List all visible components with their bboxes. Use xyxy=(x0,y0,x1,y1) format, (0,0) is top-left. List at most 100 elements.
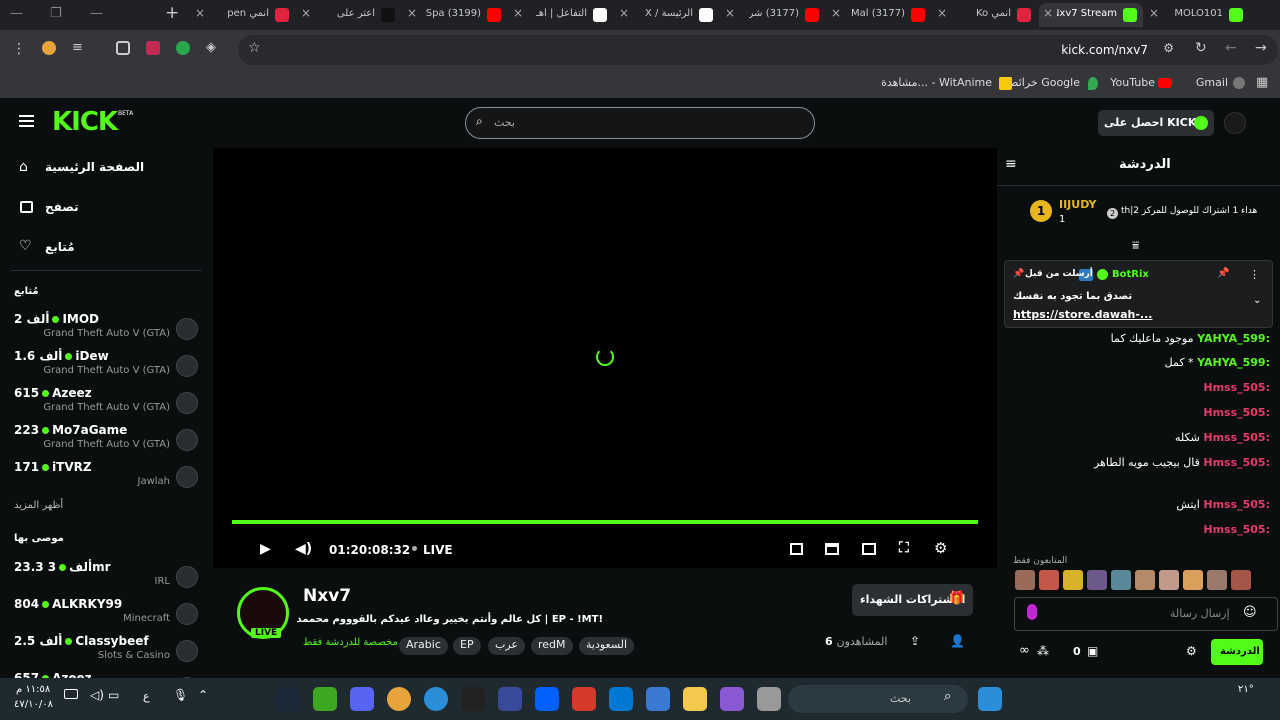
chat-settings-icon[interactable]: ⚙ xyxy=(1186,644,1197,658)
close-window-icon[interactable]: — xyxy=(90,6,103,21)
taskbar-search[interactable]: بحث ⌕ xyxy=(788,685,968,713)
profile-avatar[interactable] xyxy=(42,41,56,55)
channel-item[interactable]: 1.6 ألف iDew Grand Theft Auto V (GTA) xyxy=(0,349,213,385)
channel-item[interactable]: 23.3 ألف3mr IRL xyxy=(0,560,213,596)
close-tab-icon[interactable]: × xyxy=(301,6,311,20)
emote-icon[interactable] xyxy=(1183,570,1203,590)
show-more-link[interactable]: أظهر المزيد xyxy=(14,500,63,511)
browser-tab[interactable]: انمي pen × xyxy=(191,3,295,27)
kick-logo[interactable]: KICK xyxy=(52,107,118,137)
back-icon[interactable]: ← xyxy=(1225,40,1237,56)
close-tab-icon[interactable]: × xyxy=(513,6,523,20)
network-icon[interactable]: ▭ xyxy=(108,688,119,702)
channel-item[interactable]: 171 iTVRZ Jawlah xyxy=(0,460,213,496)
close-tab-icon[interactable]: × xyxy=(407,6,417,20)
battery-icon[interactable] xyxy=(64,689,78,699)
chevron-up-icon[interactable]: ⌃ xyxy=(198,688,208,702)
group-icon[interactable]: ⁂ xyxy=(1037,644,1049,658)
bookmark-star-icon[interactable]: ☆ xyxy=(248,40,261,56)
clip-icon[interactable] xyxy=(825,543,839,555)
channel-item[interactable]: 2 ألف IMOD Grand Theft Auto V (GTA) xyxy=(0,312,213,348)
menu-dots-icon[interactable]: ⋮ xyxy=(12,41,26,57)
close-tab-icon[interactable]: × xyxy=(1149,6,1159,20)
close-tab-icon[interactable]: × xyxy=(725,6,735,20)
volume-icon[interactable]: ◀) xyxy=(295,541,312,557)
pinned-user[interactable]: BotRix xyxy=(1112,269,1149,280)
browser-tab[interactable]: التفاعل | أهـ × xyxy=(509,3,613,27)
user-avatar[interactable] xyxy=(1224,112,1246,134)
copilot-icon[interactable] xyxy=(720,687,744,711)
dropbox-icon[interactable] xyxy=(535,687,559,711)
tag-redm[interactable]: redM xyxy=(531,637,573,655)
video-player[interactable]: ▶ ◀) 01:20:08:32 LIVE ⛶ ⚙ xyxy=(213,148,997,568)
emote-icon[interactable] xyxy=(1039,570,1059,590)
browser-tab[interactable]: انمي Ko × xyxy=(933,3,1037,27)
nav-browse[interactable]: تصفح xyxy=(0,198,213,220)
channel-item[interactable]: 2.5 ألف Classybeef Slots & Casino xyxy=(0,634,213,670)
message-user[interactable]: Hmss_505: xyxy=(1203,406,1270,419)
channel-item[interactable]: 804 ALKRKY99 Minecraft xyxy=(0,597,213,633)
app-icon[interactable] xyxy=(572,687,596,711)
message-user[interactable]: Hmss_505: xyxy=(1203,456,1270,469)
bookmark-witanime[interactable]: مشاهدة... - WitAnime xyxy=(881,76,992,89)
kick-app-icon[interactable] xyxy=(313,687,337,711)
message-user[interactable]: Hmss_505: xyxy=(1203,431,1270,444)
message-user[interactable]: Hmss_505: xyxy=(1203,523,1270,536)
language-indicator[interactable]: ع xyxy=(143,690,150,703)
tag-arabic[interactable]: Arabic xyxy=(399,637,448,655)
theater-mode-icon[interactable] xyxy=(862,543,876,555)
add-friend-icon[interactable]: 👤 xyxy=(950,634,965,648)
close-tab-icon[interactable]: × xyxy=(831,6,841,20)
site-info-icon[interactable]: ⚙ xyxy=(1163,41,1174,55)
reload-icon[interactable]: ↻ xyxy=(1195,40,1207,56)
close-tab-icon[interactable]: × xyxy=(619,6,629,20)
extensions-icon[interactable] xyxy=(116,41,130,55)
channel-item[interactable]: 657 Azeez xyxy=(0,671,213,678)
emoji-icon[interactable]: ☺ xyxy=(1243,605,1257,620)
search-input[interactable]: ⌕ بحث xyxy=(465,107,815,139)
collapse-chat-icon[interactable]: ≡ xyxy=(1005,156,1017,172)
channel-item[interactable]: 615 Azeez Grand Theft Auto V (GTA) xyxy=(0,386,213,422)
tab-search-icon[interactable]: ≡ xyxy=(72,40,83,55)
bookmark-gmail[interactable]: Gmail xyxy=(1196,76,1228,89)
close-tab-icon[interactable]: × xyxy=(195,6,205,20)
channel-name[interactable]: Nxv7 xyxy=(303,586,351,606)
minimize-icon[interactable]: — xyxy=(10,6,23,21)
nav-following[interactable]: مُتابع ♡ xyxy=(0,238,213,260)
app-icon[interactable] xyxy=(757,687,781,711)
epic-games-icon[interactable] xyxy=(461,687,485,711)
browser-tab[interactable]: (3177) شر × xyxy=(721,3,825,27)
infinity-icon[interactable]: ∞ xyxy=(1019,643,1030,658)
browser-tab[interactable]: اعتر على × xyxy=(297,3,401,27)
progress-bar[interactable] xyxy=(232,520,978,524)
message-user[interactable]: YAHYA_599: xyxy=(1197,356,1270,369)
channel-item[interactable]: 223 Mo7aGame Grand Theft Auto V (GTA) xyxy=(0,423,213,459)
emote-icon[interactable] xyxy=(1015,570,1035,590)
browser-tab[interactable]: MOLO101 × xyxy=(1145,3,1249,27)
close-tab-icon[interactable]: × xyxy=(1043,6,1053,20)
filter-icon[interactable]: ⩸ xyxy=(1132,238,1139,253)
emote-icon[interactable] xyxy=(1087,570,1107,590)
chrome-icon[interactable] xyxy=(387,687,411,711)
fullscreen-icon[interactable]: ⛶ xyxy=(899,540,909,556)
mic-tray-icon[interactable]: 🎙 xyxy=(173,688,188,702)
more-options-icon[interactable]: ⋮ xyxy=(1249,268,1260,281)
hamburger-menu-icon[interactable] xyxy=(19,115,34,127)
browser-tab[interactable]: الرئيسة / X × xyxy=(615,3,719,27)
miniplayer-icon[interactable] xyxy=(790,543,803,555)
message-user[interactable]: YAHYA_599: xyxy=(1197,332,1270,345)
message-user[interactable]: Hmss_505: xyxy=(1203,498,1270,511)
pin-icon[interactable]: 📌 xyxy=(1217,268,1229,279)
store-icon[interactable] xyxy=(646,687,670,711)
extension-icon[interactable] xyxy=(146,41,160,55)
chat-send-button[interactable]: الدردشة xyxy=(1211,639,1263,665)
chevron-down-icon[interactable]: ⌄ xyxy=(1253,295,1261,306)
settings-gear-icon[interactable]: ⚙ xyxy=(934,539,947,557)
emote-icon[interactable] xyxy=(1135,570,1155,590)
bookmark-youtube[interactable]: YouTube xyxy=(1110,76,1155,89)
nav-home[interactable]: الصفحة الرئيسية ⌂ xyxy=(0,158,213,180)
forward-icon[interactable]: → xyxy=(1255,40,1267,56)
emote-icon[interactable] xyxy=(1207,570,1227,590)
browser-tab[interactable]: Nxv7 Stream × xyxy=(1039,3,1143,27)
adblock-icon[interactable] xyxy=(176,41,190,55)
